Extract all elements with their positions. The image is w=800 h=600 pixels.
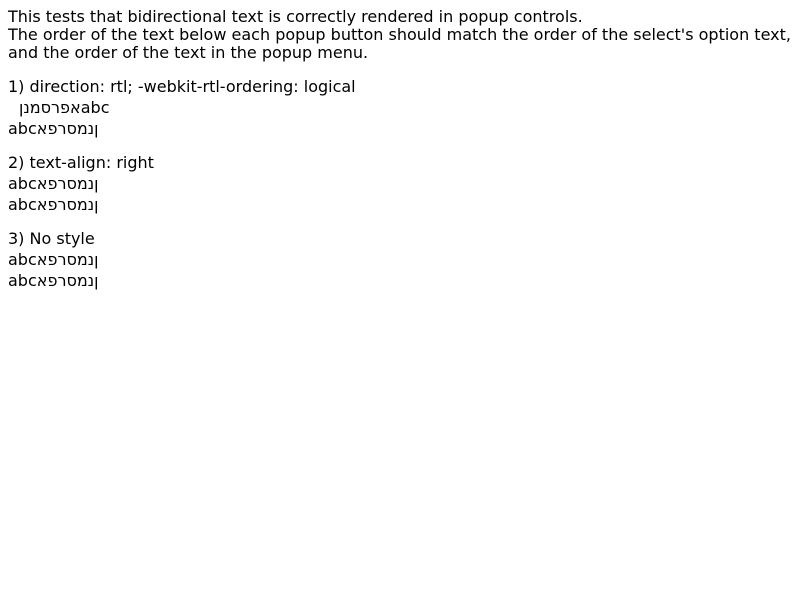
- popup-button-text-align-right[interactable]: abcןנמסרפא: [8, 175, 792, 193]
- option-text-below: abcןנמסרפא: [8, 195, 99, 214]
- intro-line-3: and the order of the text in the popup m…: [8, 43, 369, 62]
- intro-line-1: This tests that bidirectional text is co…: [8, 7, 583, 26]
- section-title: 2) text-align: right: [8, 153, 154, 172]
- option-text-below: abcןנמסרפא: [8, 119, 99, 138]
- intro-text: This tests that bidirectional text is co…: [8, 8, 792, 62]
- section-title: 1) direction: rtl; -webkit-rtl-ordering:…: [8, 77, 356, 96]
- section-text-align-right: 2) text-align: right abcןנמסרפא abcןנמסר…: [8, 154, 792, 214]
- intro-line-2: The order of the text below each popup b…: [8, 25, 791, 44]
- popup-button-rtl[interactable]: ןנמסרפאabc: [8, 99, 792, 117]
- section-title: 3) No style: [8, 229, 95, 248]
- option-text-below: abcןנמסרפא: [8, 271, 99, 290]
- section-rtl-logical: 1) direction: rtl; -webkit-rtl-ordering:…: [8, 78, 792, 138]
- section-no-style: 3) No style abcןנמסרפא abcןנמסרפא: [8, 230, 792, 290]
- popup-button-no-style[interactable]: abcןנמסרפא: [8, 251, 792, 269]
- page: This tests that bidirectional text is co…: [8, 8, 792, 306]
